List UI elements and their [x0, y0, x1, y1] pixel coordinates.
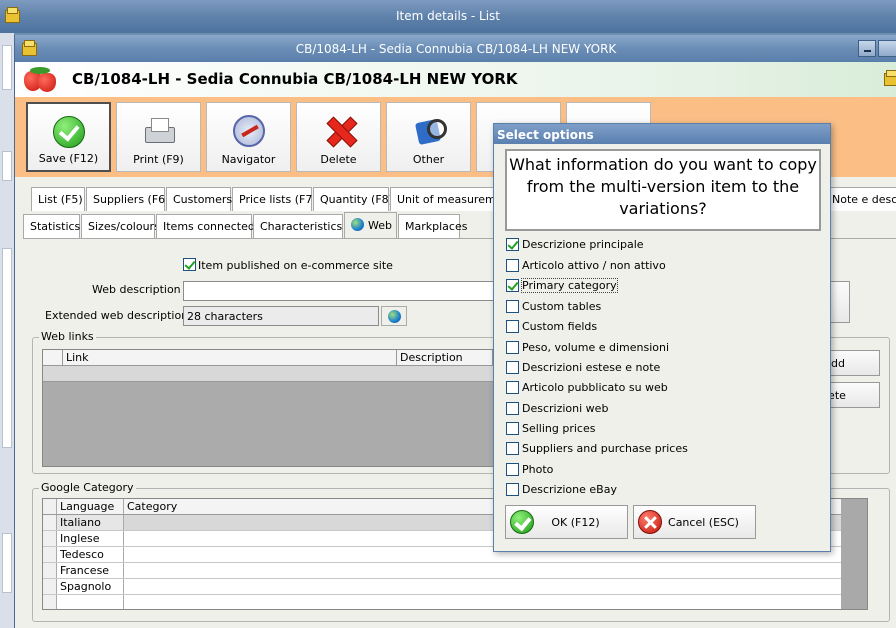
outer-left-block: [2, 151, 12, 181]
tab-customers[interactable]: Customers: [166, 187, 232, 211]
web-links-grid[interactable]: Link Description: [42, 349, 494, 467]
google-category-label: Google Category: [39, 481, 136, 494]
edit-web-description-button[interactable]: [381, 306, 407, 326]
delete-button[interactable]: Delete: [296, 102, 381, 172]
search-icon: [413, 115, 447, 147]
navigator-button[interactable]: Navigator: [206, 102, 291, 172]
ok-button[interactable]: OK (F12): [505, 505, 628, 539]
web-description-field[interactable]: [183, 281, 495, 301]
outer-left-block: [2, 45, 12, 90]
option-checkbox[interactable]: [506, 279, 519, 292]
tab-statistics[interactable]: Statistics: [23, 214, 80, 238]
web-links-empty-row: [43, 366, 493, 382]
tab-sizes-colours[interactable]: Sizes/colours: [81, 214, 160, 238]
web-description-label: Web description :: [92, 283, 188, 296]
option-checkbox[interactable]: [506, 463, 519, 476]
option-checkbox[interactable]: [506, 402, 519, 415]
table-row[interactable]: Spagnolo: [43, 579, 853, 595]
option-checkbox[interactable]: [506, 259, 519, 272]
tab-list[interactable]: List (F5): [31, 187, 85, 211]
tab-suppliers[interactable]: Suppliers (F6): [86, 187, 169, 211]
outer-left-block: [2, 248, 12, 448]
item-title: CB/1084-LH - Sedia Connubia CB/1084-LH N…: [72, 70, 518, 88]
option-checkbox[interactable]: [506, 442, 519, 455]
published-label: Item published on e-commerce site: [198, 259, 393, 272]
column-language: Language: [57, 499, 124, 514]
dialog-title: Select options: [494, 124, 830, 144]
printer-icon: [143, 115, 175, 147]
cancel-button[interactable]: Cancel (ESC): [633, 505, 756, 539]
dialog-question: What information do you want to copy fro…: [505, 149, 821, 231]
outer-window-title: Item details - List: [395, 9, 501, 23]
table-row[interactable]: Francese: [43, 563, 853, 579]
tab-characteristics[interactable]: Characteristics: [253, 214, 343, 238]
other-button[interactable]: Other: [386, 102, 471, 172]
web-links-label: Web links: [39, 330, 96, 343]
outer-left-pane: [0, 33, 14, 628]
tab-quantity[interactable]: Quantity (F8): [313, 187, 393, 211]
option-checkbox[interactable]: [506, 238, 519, 251]
save-button[interactable]: Save (F12): [26, 102, 111, 172]
google-category-scrollbar[interactable]: [841, 499, 867, 609]
compass-icon: [232, 115, 265, 147]
print-button[interactable]: Print (F9): [116, 102, 201, 172]
tab-items-connected[interactable]: Items connected: [156, 214, 255, 238]
extended-description-label: Extended web description :: [45, 309, 196, 322]
globe-icon: [351, 218, 364, 231]
option-checkbox[interactable]: [506, 361, 519, 374]
published-checkbox[interactable]: [183, 258, 196, 271]
extended-description-field[interactable]: 28 characters: [183, 306, 379, 326]
column-link: Link: [63, 350, 397, 366]
option-checkbox[interactable]: [506, 341, 519, 354]
option-checkbox[interactable]: [506, 381, 519, 394]
option-checkbox[interactable]: [506, 320, 519, 333]
tab-unit-of-measurement[interactable]: Unit of measurement: [390, 187, 510, 211]
minimize-button[interactable]: [858, 40, 876, 57]
outer-left-block: [2, 533, 12, 593]
tab-price-lists[interactable]: Price lists (F7): [232, 187, 317, 211]
outer-title-bar: Item details - List: [0, 0, 896, 33]
box-icon: [883, 70, 896, 86]
tab-web[interactable]: Web: [344, 212, 397, 238]
table-row: [43, 595, 853, 609]
select-options-dialog: Select options What information do you w…: [493, 123, 831, 552]
check-icon: [52, 116, 85, 148]
tab-markplaces[interactable]: Markplaces: [398, 214, 467, 238]
column-description: Description: [397, 350, 493, 366]
tab-note-e-descrizioni[interactable]: Note e descriz: [825, 187, 896, 211]
maximize-button[interactable]: [878, 40, 896, 57]
inner-window-title: CB/1084-LH - Sedia Connubia CB/1084-LH N…: [295, 42, 617, 56]
delete-icon: [323, 115, 355, 147]
item-header: CB/1084-LH - Sedia Connubia CB/1084-LH N…: [15, 62, 896, 97]
option-checkbox[interactable]: [506, 483, 519, 496]
option-checkbox[interactable]: [506, 422, 519, 435]
web-links-header: Link Description: [43, 350, 493, 366]
option-checkbox[interactable]: [506, 300, 519, 313]
inner-title-bar: CB/1084-LH - Sedia Connubia CB/1084-LH N…: [15, 35, 896, 62]
strawberry-logo-icon: [24, 67, 60, 93]
